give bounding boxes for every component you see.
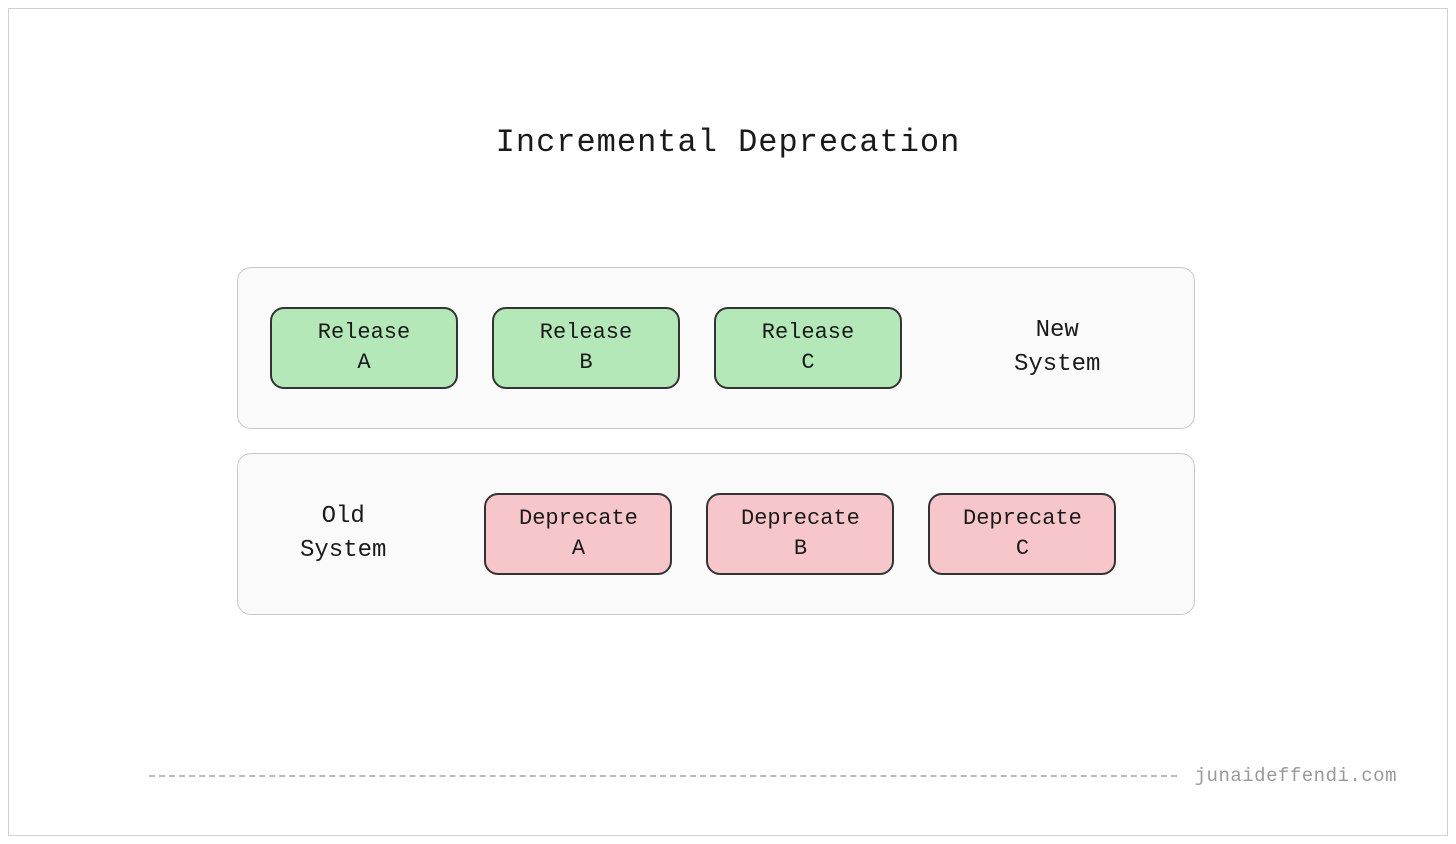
deprecate-a-pill: Deprecate A [484, 493, 672, 575]
label-line2: System [300, 537, 386, 564]
release-a-pill: Release A [270, 307, 458, 389]
pill-label-line1: Deprecate [963, 504, 1082, 534]
pill-label-line2: A [572, 534, 585, 564]
label-line1: New [1036, 317, 1079, 344]
pill-label-line1: Deprecate [519, 504, 638, 534]
old-system-box: Old System Deprecate A Deprecate B Depre… [237, 453, 1195, 615]
new-system-box: Release A Release B Release C New System [237, 267, 1195, 429]
release-c-pill: Release C [714, 307, 902, 389]
pill-label-line1: Release [540, 318, 632, 348]
pill-label-line2: C [1016, 534, 1029, 564]
diagram-title: Incremental Deprecation [9, 124, 1447, 161]
pill-label-line1: Deprecate [741, 504, 860, 534]
label-line2: System [1014, 351, 1100, 378]
footer-divider [149, 775, 1177, 777]
pill-label-line2: B [579, 348, 592, 378]
old-system-label: Old System [300, 500, 386, 567]
pill-label-line2: C [801, 348, 814, 378]
pill-label-line2: B [794, 534, 807, 564]
deprecate-b-pill: Deprecate B [706, 493, 894, 575]
pill-label-line1: Release [318, 318, 410, 348]
footer: junaideffendi.com [149, 765, 1397, 787]
attribution-text: junaideffendi.com [1195, 765, 1397, 787]
label-line1: Old [322, 503, 365, 530]
new-system-label: New System [1014, 314, 1100, 381]
pill-label-line1: Release [762, 318, 854, 348]
release-b-pill: Release B [492, 307, 680, 389]
diagram-frame: Incremental Deprecation Release A Releas… [8, 8, 1448, 836]
pill-label-line2: A [357, 348, 370, 378]
deprecate-c-pill: Deprecate C [928, 493, 1116, 575]
